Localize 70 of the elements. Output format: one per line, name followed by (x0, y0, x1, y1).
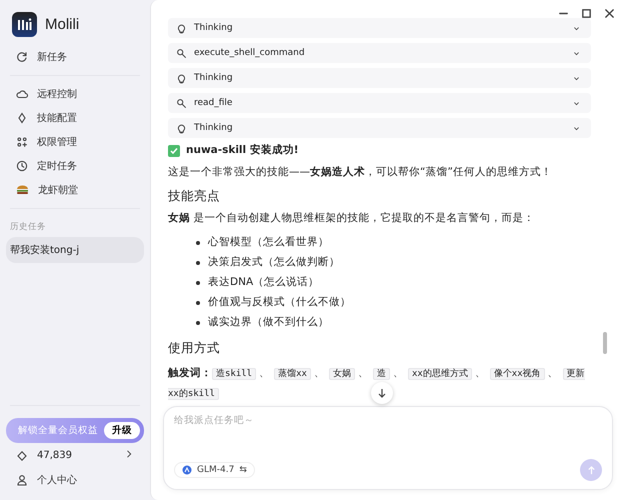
burger-icon (16, 184, 29, 196)
refresh-icon (16, 51, 28, 63)
bullet-icon (196, 241, 200, 245)
step-row[interactable]: Thinking (168, 118, 591, 138)
list-item: 心智模型（怎么看世界） (208, 235, 329, 250)
description-paragraph: 女娲 是一个自动创建人物思维框架的技能，它提取的不是名言警句，而是： (168, 211, 536, 226)
trigger-code: 蒸馏xx (274, 368, 311, 380)
lightbulb-icon (176, 122, 187, 134)
section-heading: 使用方式 (168, 339, 221, 357)
separator: 、 (392, 366, 404, 379)
model-logo-icon (182, 465, 192, 475)
membership-text: 解锁全量会员权益 (18, 424, 98, 437)
bullet-icon (196, 321, 200, 325)
trigger-code: 造skill (212, 368, 256, 380)
list-item: 诚实边界（做不到什么） (208, 315, 329, 330)
checkmark-icon (168, 144, 180, 157)
model-selector[interactable]: GLM-4.7 ⇆ (174, 462, 255, 478)
clock-icon (16, 160, 28, 172)
scroll-down-button[interactable] (371, 382, 393, 404)
sidebar-item[interactable]: 定时任务 (6, 154, 144, 178)
bullet-icon (196, 301, 200, 305)
separator: 、 (314, 366, 325, 379)
step-row[interactable]: read_file (168, 93, 591, 113)
sidebar-item[interactable]: 技能配置 (6, 106, 144, 130)
bullet-icon (196, 281, 200, 285)
success-message: nuwa-skill 安装成功! (186, 143, 299, 158)
trigger-code: 女娲 (328, 368, 355, 380)
list-item: 价值观与反模式（什么不做） (208, 295, 351, 310)
send-button[interactable] (580, 459, 602, 481)
sidebar-item[interactable]: 权限管理 (6, 130, 144, 154)
intro-paragraph: 这是一个非常强大的技能——女娲造人术，可以帮你“蒸馏”任何人的思维方式！ (168, 164, 553, 180)
credits-count: 47,839 (37, 450, 72, 461)
separator: 、 (259, 366, 270, 379)
arrow-down-icon (377, 388, 387, 398)
step-row[interactable]: Thinking (168, 68, 591, 88)
diamond-icon (16, 112, 28, 124)
step-row[interactable]: execute_shell_command (168, 43, 591, 63)
trigger-code: 像个xx视角 (490, 368, 545, 380)
profile-link[interactable]: 个人中心 (6, 468, 144, 492)
sidebar-item[interactable]: 远程控制 (6, 82, 144, 106)
trigger-code: xx的思维方式 (408, 368, 472, 380)
app-name: Molili (45, 16, 80, 33)
scrollbar-thumb[interactable] (603, 332, 607, 354)
upgrade-button[interactable]: 升级 (104, 422, 140, 439)
list-item: 决策启发式（怎么做判断） (208, 255, 340, 270)
switch-icon: ⇆ (239, 465, 247, 475)
diamond-icon (16, 450, 28, 462)
step-row[interactable]: Thinking (168, 18, 591, 38)
history-item[interactable]: 帮我安装tong-j (6, 237, 144, 263)
close-icon (604, 8, 615, 19)
sidebar-item[interactable]: 龙虾朝堂 (6, 178, 144, 202)
list-item: 表达DNA（怎么说话） (208, 275, 320, 290)
arrow-up-icon (586, 466, 596, 474)
user-icon (16, 474, 28, 486)
grid-icon (16, 136, 28, 148)
cloud-icon (16, 88, 28, 100)
bullet-icon (196, 261, 200, 265)
new-task-button[interactable]: 新任务 (6, 45, 144, 69)
separator: 、 (358, 366, 369, 379)
separator: 、 (474, 366, 486, 379)
separator: 、 (548, 366, 559, 379)
lightbulb-icon (176, 22, 187, 34)
app-logo-icon (12, 12, 37, 37)
trigger-code: 造 (372, 368, 390, 380)
section-heading: 技能亮点 (168, 186, 221, 204)
history-heading: 历史任务 (9, 221, 47, 234)
trigger-label: 触发词： (168, 366, 212, 379)
lightbulb-icon (176, 72, 187, 84)
maximize-icon (581, 8, 592, 19)
task-input[interactable]: 给我派点任务吧～ (174, 415, 602, 426)
